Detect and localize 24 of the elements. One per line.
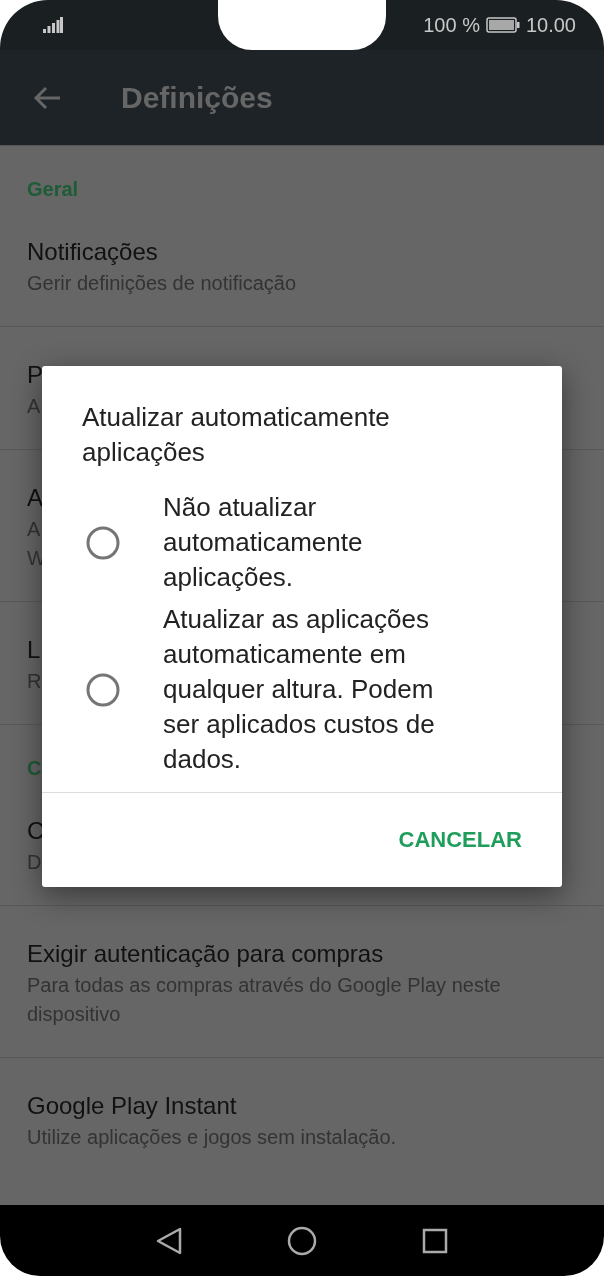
setting-title[interactable]: L bbox=[27, 633, 41, 667]
setting-title[interactable]: Exigir autenticação para compras bbox=[27, 937, 384, 971]
battery-icon bbox=[485, 17, 520, 33]
recents-icon[interactable] bbox=[422, 1227, 448, 1254]
radio-button[interactable] bbox=[86, 672, 120, 707]
home-icon[interactable] bbox=[287, 1225, 317, 1256]
dialog-title: Atualizar automaticamente aplicações bbox=[82, 401, 391, 469]
setting-title[interactable]: Google Play Instant bbox=[27, 1089, 237, 1123]
screen-title: Definições bbox=[121, 80, 273, 115]
back-arrow-icon[interactable] bbox=[33, 85, 61, 110]
section-header: C bbox=[27, 756, 42, 780]
setting-title[interactable]: A bbox=[27, 481, 43, 515]
battery-percent: 100 % bbox=[423, 13, 480, 37]
cancel-button[interactable]: CANCELAR bbox=[398, 819, 522, 861]
clock-time: 10.00 bbox=[525, 13, 576, 37]
setting-title[interactable]: Notificações bbox=[27, 235, 158, 269]
setting-title[interactable]: C bbox=[27, 814, 45, 848]
section-header: Geral bbox=[27, 177, 79, 201]
signal-icon bbox=[43, 17, 63, 33]
back-icon[interactable] bbox=[156, 1226, 182, 1255]
option-label[interactable]: Atualizar as aplicações automaticamente em qualquer altura. Podem ser aplicados custos de dados. bbox=[163, 602, 468, 777]
option-label[interactable]: Não atualizar automaticamente aplicações. bbox=[163, 490, 468, 595]
radio-button[interactable] bbox=[86, 525, 120, 560]
setting-title[interactable]: P bbox=[27, 358, 43, 392]
